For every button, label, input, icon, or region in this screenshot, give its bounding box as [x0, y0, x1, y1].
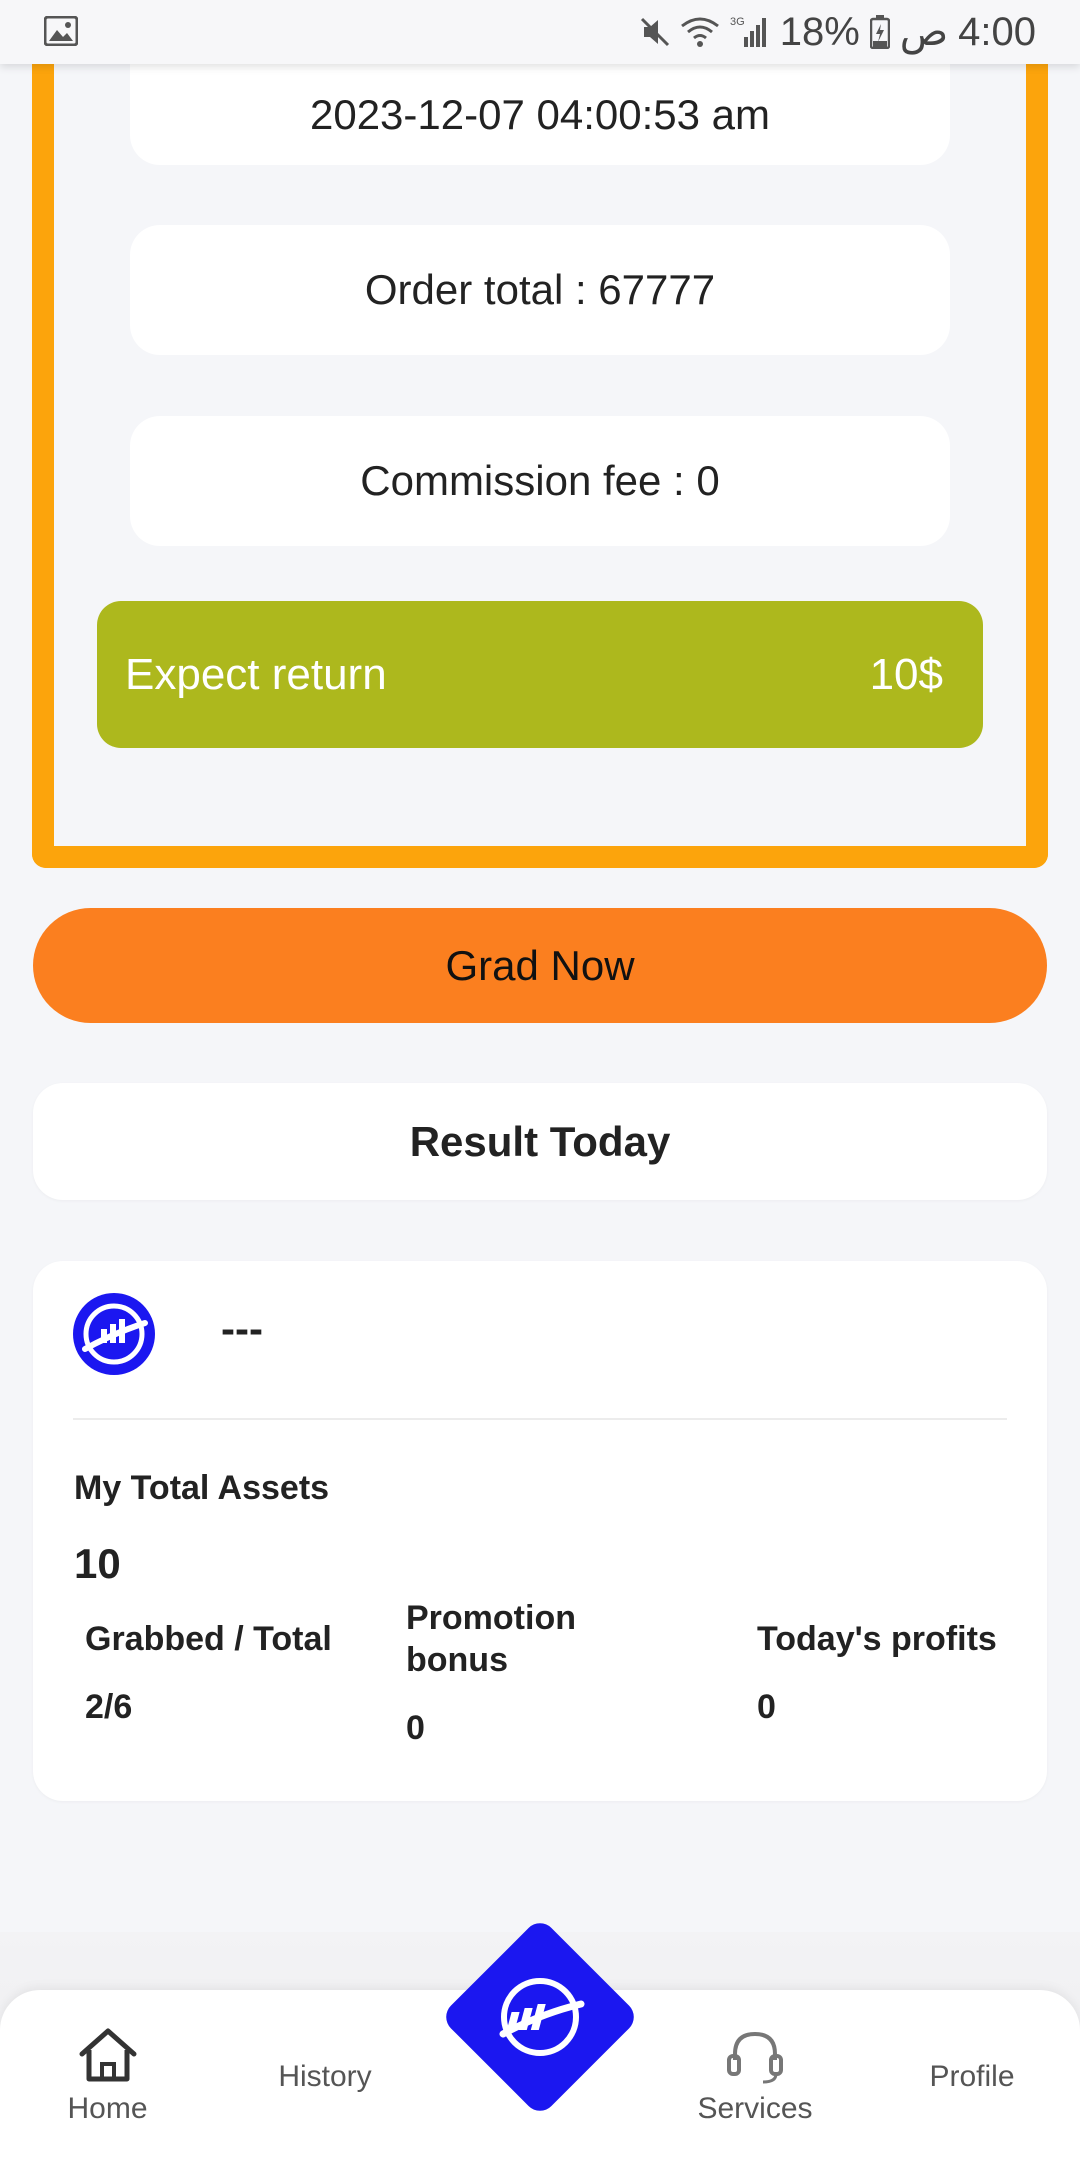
home-icon: [79, 2028, 136, 2082]
total-assets-value: 10: [74, 1540, 121, 1587]
headset-icon: [727, 2031, 783, 2084]
nav-profile[interactable]: Profile: [912, 2060, 1032, 2094]
brand-logo-icon: [73, 1293, 155, 1380]
mute-icon: [640, 16, 670, 48]
divider: [73, 1418, 1007, 1420]
result-today-card[interactable]: Result Today: [33, 1083, 1047, 1200]
grabbed-total-value: 2/6: [85, 1688, 133, 1726]
promotion-bonus-label: Promotion bonus: [406, 1597, 576, 1681]
expect-return-value: 10$: [869, 649, 943, 699]
promotion-label-line1: Promotion: [406, 1599, 576, 1637]
commission-fee-card: Commission fee : 0: [130, 416, 950, 546]
grabbed-total-label: Grabbed / Total: [85, 1620, 332, 1658]
clock: 4:00: [958, 9, 1036, 54]
commission-fee: Commission fee : 0: [360, 457, 720, 504]
battery-icon: [869, 15, 890, 49]
signal-icon: 3G: [730, 15, 770, 49]
order-total: Order total : 67777: [364, 266, 716, 313]
nav-services[interactable]: Services: [690, 2026, 820, 2126]
total-assets-title: My Total Assets: [74, 1469, 330, 1507]
expect-return-label: Expect return: [125, 649, 387, 699]
wifi-icon: [680, 16, 720, 48]
battery-percent: 18%: [779, 9, 860, 54]
nav-home[interactable]: Home: [50, 2026, 165, 2126]
expect-return-bar: Expect return 10$: [97, 601, 983, 748]
am-pm-marker: ص: [899, 10, 949, 54]
brand-logo-icon: [499, 1978, 585, 2056]
nav-history[interactable]: History: [260, 2060, 390, 2094]
todays-profits-label: Today's profits: [757, 1620, 997, 1658]
user-name: ---: [221, 1305, 263, 1352]
status-bar: 3G 18% ص 4:00: [0, 0, 1080, 64]
order-total-card: Order total : 67777: [130, 225, 950, 355]
nav-home-label: Home: [67, 2092, 148, 2125]
todays-profits-value: 0: [757, 1688, 776, 1726]
network-type-label: 3G: [730, 16, 745, 28]
nav-profile-label: Profile: [929, 2060, 1015, 2093]
order-datetime: 2023-12-07 04:00:53 am: [309, 91, 770, 138]
assets-card: --- My Total Assets 10 Grabbed / Total 2…: [33, 1261, 1047, 1801]
promotion-bonus-value: 0: [406, 1709, 425, 1747]
nav-history-label: History: [278, 2060, 372, 2093]
result-today-title: Result Today: [409, 1117, 671, 1165]
promotion-label-line2: bonus: [406, 1641, 508, 1679]
nav-services-label: Services: [697, 2092, 813, 2125]
grab-now-button[interactable]: Grad Now: [33, 908, 1047, 1023]
gallery-icon: [43, 15, 79, 51]
